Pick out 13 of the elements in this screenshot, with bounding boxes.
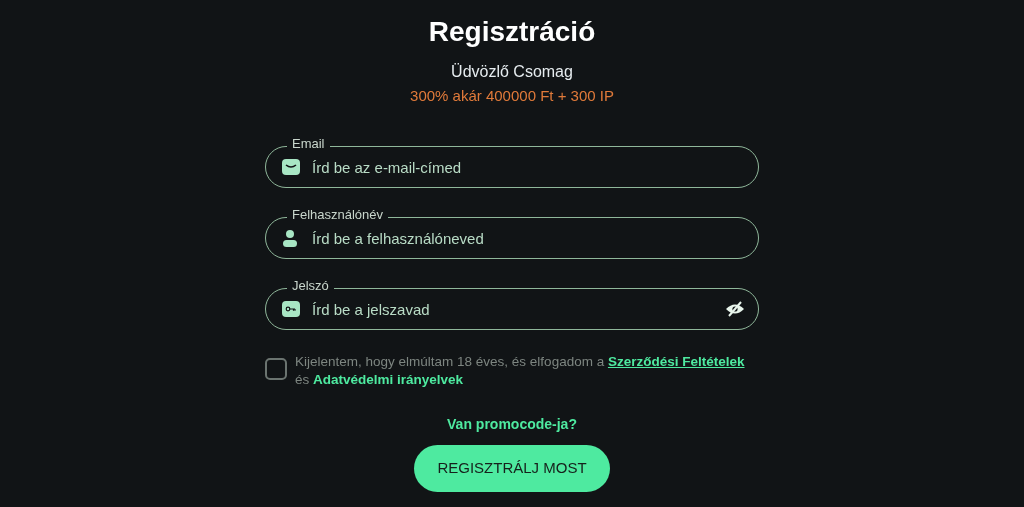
promo-code-link[interactable]: Van promocode-ja? [447,415,577,433]
user-icon [282,229,298,247]
welcome-heading: Üdvözlő Csomag [451,62,573,82]
terms-link[interactable]: Szerződési Feltételek [607,354,745,369]
consent-checkbox[interactable] [265,358,287,380]
privacy-link[interactable]: Adatvédelmi irányelvek [313,372,464,387]
key-icon [282,301,300,317]
register-button[interactable]: REGISZTRÁLJ MOST [414,445,610,492]
eye-slash-icon[interactable] [725,301,745,317]
page-title: Regisztráció [428,15,596,49]
envelope-icon [282,159,300,175]
consent-text: Kijelentem, hogy elmúltam 18 éves, és elfogadom a Szerződési Feltételek és Adatvédelmi irányelvek [295,353,746,389]
bonus-offer: 300% akár 400000 Ft + 300 IP [410,87,614,105]
